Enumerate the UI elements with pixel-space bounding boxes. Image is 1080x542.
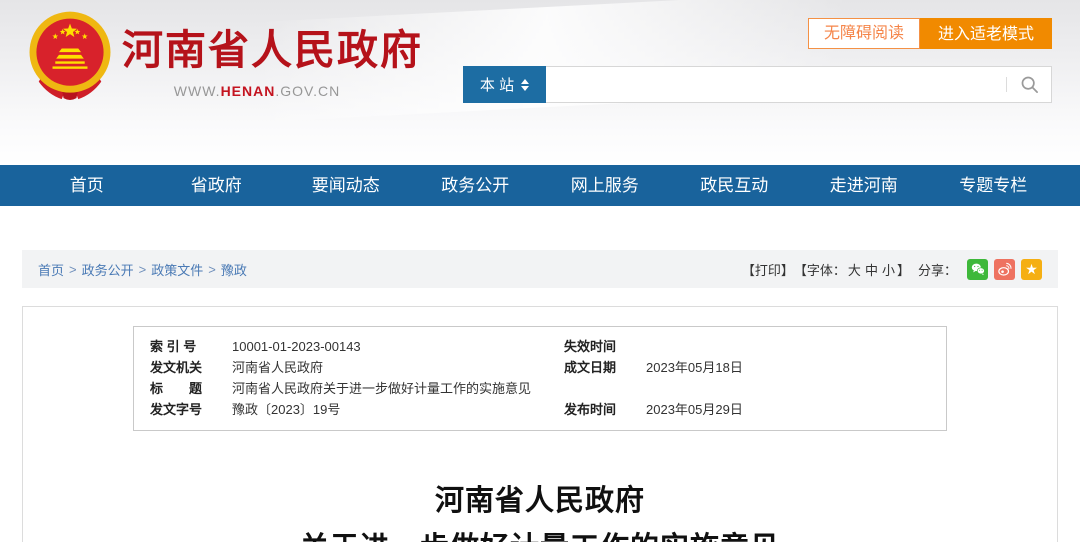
share-weibo-icon[interactable] bbox=[994, 259, 1015, 280]
title-value: 河南省人民政府关于进一步做好计量工作的实施意见 bbox=[232, 378, 946, 399]
article-title-line2: 关于进一步做好计量工作的实施意见 bbox=[23, 525, 1057, 542]
metadata-row: 发文机关 河南省人民政府 成文日期 2023年05月18日 bbox=[134, 357, 946, 378]
page-tools: 【打印】 【字体： 大 中 小 】 分享： bbox=[742, 259, 1042, 280]
document-number-label: 发文字号 bbox=[150, 399, 218, 420]
site-url: WWW.HENAN.GOV.CN bbox=[122, 83, 392, 99]
font-size-label-end: 】 bbox=[897, 260, 910, 279]
font-size-large[interactable]: 大 bbox=[848, 260, 861, 279]
elder-mode-button[interactable]: 进入适老模式 bbox=[920, 18, 1052, 49]
breadcrumb-separator: > bbox=[208, 262, 216, 277]
document-number-value: 豫政〔2023〕19号 bbox=[232, 399, 564, 420]
site-header: 河南省人民政府 WWW.HENAN.GOV.CN 无障碍阅读 进入适老模式 本 … bbox=[0, 0, 1080, 165]
article-title-line1: 河南省人民政府 bbox=[23, 478, 1057, 525]
index-number-label: 索 引 号 bbox=[150, 336, 218, 357]
breadcrumb: 首页 > 政务公开 > 政策文件 > 豫政 bbox=[38, 260, 247, 279]
share-label: 分享： bbox=[918, 260, 957, 279]
font-size-small[interactable]: 小 bbox=[882, 260, 895, 279]
accessibility-reading-button[interactable]: 无障碍阅读 bbox=[808, 18, 920, 49]
nav-item-provincial-government[interactable]: 省政府 bbox=[152, 165, 282, 206]
written-date-label: 成文日期 bbox=[564, 357, 632, 378]
nav-item-gov-affairs[interactable]: 政务公开 bbox=[411, 165, 541, 206]
site-search-bar: 本 站 bbox=[463, 66, 1052, 103]
issuing-agency-label: 发文机关 bbox=[150, 357, 218, 378]
search-input[interactable] bbox=[546, 67, 1006, 102]
sort-arrows-icon bbox=[521, 79, 529, 91]
font-size-medium[interactable]: 中 bbox=[865, 260, 878, 279]
nav-item-news[interactable]: 要闻动态 bbox=[281, 165, 411, 206]
breadcrumb-bar: 首页 > 政务公开 > 政策文件 > 豫政 【打印】 【字体： 大 中 小 】 … bbox=[22, 250, 1058, 288]
metadata-row: 标 题 河南省人民政府关于进一步做好计量工作的实施意见 bbox=[134, 378, 946, 399]
article-panel: 索 引 号 10001-01-2023-00143 失效时间 发文机关 河南省人… bbox=[22, 306, 1058, 542]
favorite-star-icon[interactable]: ★ bbox=[1021, 259, 1042, 280]
nav-item-interaction[interactable]: 政民互动 bbox=[670, 165, 800, 206]
expiry-time-label: 失效时间 bbox=[564, 336, 632, 357]
document-metadata-box: 索 引 号 10001-01-2023-00143 失效时间 发文机关 河南省人… bbox=[133, 326, 947, 431]
breadcrumb-policy-documents[interactable]: 政策文件 bbox=[151, 260, 203, 279]
share-wechat-icon[interactable] bbox=[967, 259, 988, 280]
search-divider bbox=[1006, 77, 1007, 92]
nav-item-online-services[interactable]: 网上服务 bbox=[540, 165, 670, 206]
header-mode-buttons: 无障碍阅读 进入适老模式 bbox=[808, 18, 1052, 49]
index-number-value: 10001-01-2023-00143 bbox=[232, 336, 564, 357]
breadcrumb-gov-affairs[interactable]: 政务公开 bbox=[82, 260, 134, 279]
breadcrumb-separator: > bbox=[69, 262, 77, 277]
main-nav-items: 首页 省政府 要闻动态 政务公开 网上服务 政民互动 走进河南 专题专栏 bbox=[22, 165, 1058, 206]
breadcrumb-separator: > bbox=[139, 262, 147, 277]
nav-item-about-henan[interactable]: 走进河南 bbox=[799, 165, 929, 206]
search-button[interactable] bbox=[1020, 75, 1039, 94]
title-label: 标 题 bbox=[150, 378, 218, 399]
print-button[interactable]: 【打印】 bbox=[742, 260, 794, 279]
breadcrumb-home[interactable]: 首页 bbox=[38, 260, 64, 279]
breadcrumb-yuzheng[interactable]: 豫政 bbox=[221, 260, 247, 279]
metadata-row: 索 引 号 10001-01-2023-00143 失效时间 bbox=[134, 336, 946, 357]
main-nav: 首页 省政府 要闻动态 政务公开 网上服务 政民互动 走进河南 专题专栏 bbox=[0, 165, 1080, 206]
search-scope-dropdown[interactable]: 本 站 bbox=[463, 66, 546, 103]
site-title: 河南省人民政府 bbox=[122, 16, 392, 76]
search-scope-label: 本 站 bbox=[480, 74, 514, 95]
national-emblem-logo bbox=[22, 8, 118, 100]
site-brand: 河南省人民政府 WWW.HENAN.GOV.CN bbox=[122, 16, 392, 99]
nav-item-special-topics[interactable]: 专题专栏 bbox=[929, 165, 1059, 206]
written-date-value: 2023年05月18日 bbox=[646, 357, 743, 378]
publish-date-value: 2023年05月29日 bbox=[646, 399, 743, 420]
search-icon bbox=[1020, 75, 1039, 94]
metadata-row: 发文字号 豫政〔2023〕19号 发布时间 2023年05月29日 bbox=[134, 399, 946, 420]
publish-date-label: 发布时间 bbox=[564, 399, 632, 420]
font-size-label: 【字体： bbox=[794, 260, 846, 279]
nav-item-home[interactable]: 首页 bbox=[22, 165, 152, 206]
article-title: 河南省人民政府 关于进一步做好计量工作的实施意见 bbox=[23, 478, 1057, 542]
issuing-agency-value: 河南省人民政府 bbox=[232, 357, 564, 378]
